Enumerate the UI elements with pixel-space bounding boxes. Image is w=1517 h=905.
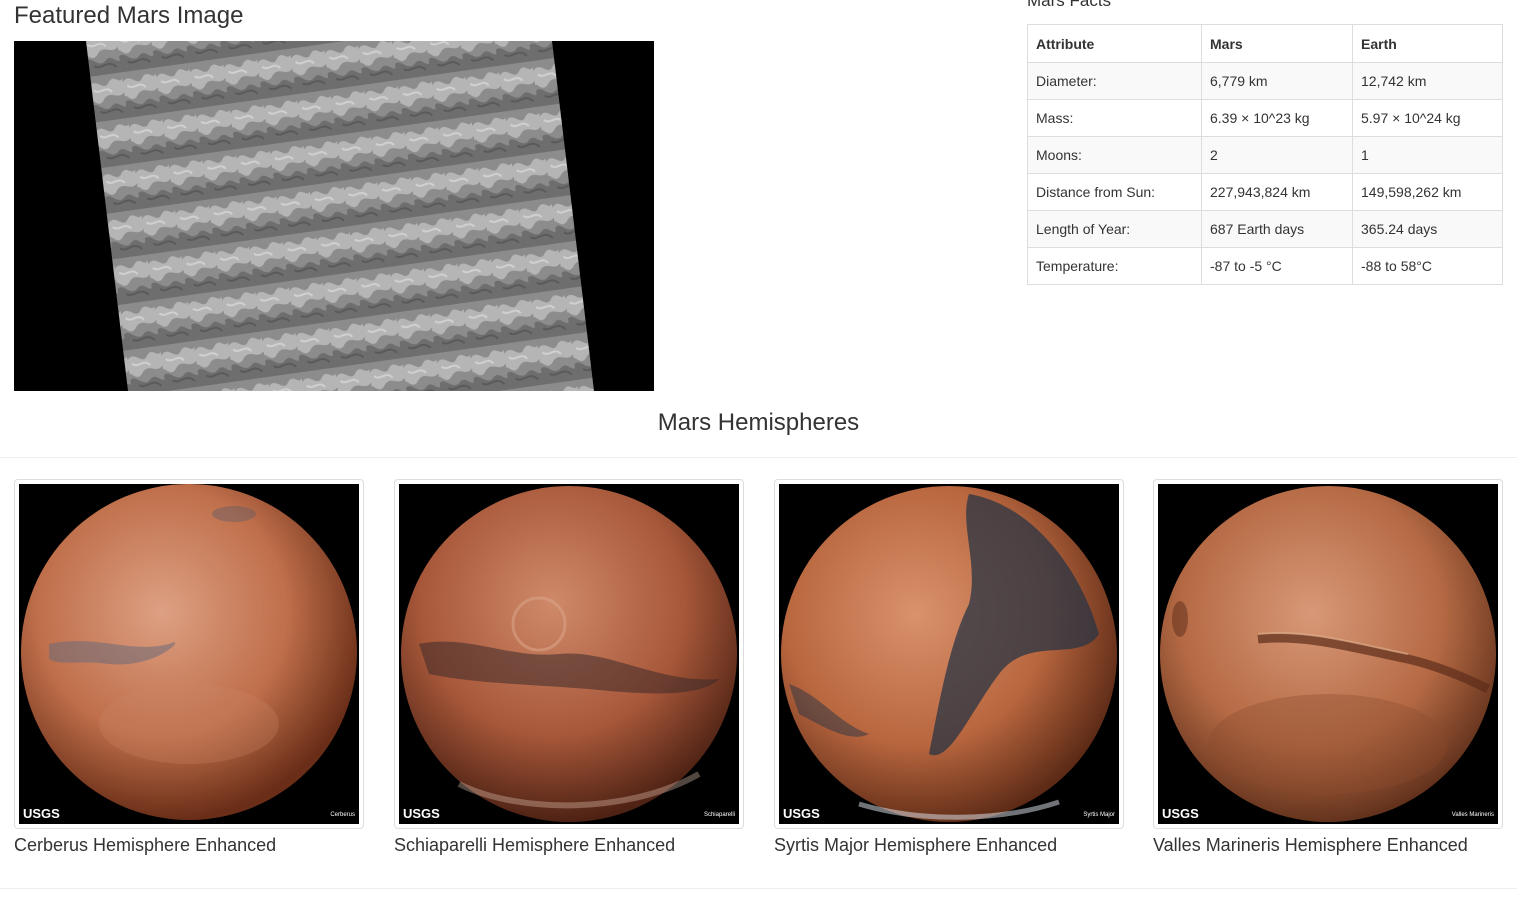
table-row: Temperature: -87 to -5 °C -88 to 58°C [1027,247,1503,285]
cell-earth: 365.24 days [1352,210,1503,248]
cell-mars: 6,779 km [1201,62,1353,100]
cell-earth: 1 [1352,136,1503,174]
mars-facts-table: Attribute Mars Earth Diameter: 6,779 km … [1027,24,1503,285]
cell-earth: -88 to 58°C [1352,247,1503,285]
usgs-logo: USGS [403,806,440,821]
table-row: Moons: 2 1 [1027,136,1503,174]
hemisphere-caption-schiaparelli: Schiaparelli Hemisphere Enhanced [394,835,676,855]
cell-earth: 12,742 km [1352,62,1503,100]
hemispheres-title: Mars Hemispheres [657,409,860,436]
featured-image-title: Featured Mars Image [14,2,244,29]
cell-mars: 227,943,824 km [1201,173,1353,211]
hemisphere-thumbnail-valles-marineris[interactable]: USGS Valles Marineris [1153,479,1503,829]
hemisphere-label: Syrtis Major [1083,812,1115,818]
section-divider [0,457,1517,458]
table-row: Diameter: 6,779 km 12,742 km [1027,62,1503,100]
column-header-attribute: Attribute [1027,24,1202,63]
hemisphere-caption-syrtis-major: Syrtis Major Hemisphere Enhanced [774,835,1058,855]
table-row: Mass: 6.39 × 10^23 kg 5.97 × 10^24 kg [1027,99,1503,137]
hemisphere-thumbnail-schiaparelli[interactable]: USGS Schiaparelli [394,479,744,829]
cell-attribute: Mass: [1027,99,1202,137]
hemisphere-label: Cerberus [330,812,355,818]
cell-mars: 2 [1201,136,1353,174]
valles-marineris-globe-image: USGS Valles Marineris [1158,484,1498,824]
usgs-logo: USGS [23,806,60,821]
hemisphere-label: Valles Marineris [1452,812,1494,818]
cerberus-globe-image: USGS Cerberus [19,484,359,824]
hemisphere-thumbnail-cerberus[interactable]: USGS Cerberus [14,479,364,829]
hemisphere-caption-valles-marineris: Valles Marineris Hemisphere Enhanced [1153,835,1468,855]
usgs-logo: USGS [783,806,820,821]
cell-attribute: Moons: [1027,136,1202,174]
hemisphere-label: Schiaparelli [704,812,735,818]
hemisphere-thumbnail-syrtis-major[interactable]: USGS Syrtis Major [774,479,1124,829]
cell-mars: 687 Earth days [1201,210,1353,248]
footer-divider [0,888,1517,889]
column-header-earth: Earth [1352,24,1503,63]
featured-mars-image[interactable] [14,41,654,391]
cell-mars: -87 to -5 °C [1201,247,1353,285]
column-header-mars: Mars [1201,24,1353,63]
usgs-logo: USGS [1162,806,1199,821]
cell-earth: 149,598,262 km [1352,173,1503,211]
table-row: Length of Year: 687 Earth days 365.24 da… [1027,210,1503,248]
cell-attribute: Distance from Sun: [1027,173,1202,211]
cell-mars: 6.39 × 10^23 kg [1201,99,1353,137]
cell-earth: 5.97 × 10^24 kg [1352,99,1503,137]
cell-attribute: Diameter: [1027,62,1202,100]
table-row: Distance from Sun: 227,943,824 km 149,59… [1027,173,1503,211]
mars-facts-title: Mars Facts [1027,0,1112,10]
dune-terrain-image [14,41,654,391]
cell-attribute: Temperature: [1027,247,1202,285]
cell-attribute: Length of Year: [1027,210,1202,248]
syrtis-major-globe-image: USGS Syrtis Major [779,484,1119,824]
hemisphere-caption-cerberus: Cerberus Hemisphere Enhanced [14,835,277,855]
table-header-row: Attribute Mars Earth [1027,24,1503,63]
schiaparelli-globe-image: USGS Schiaparelli [399,484,739,824]
